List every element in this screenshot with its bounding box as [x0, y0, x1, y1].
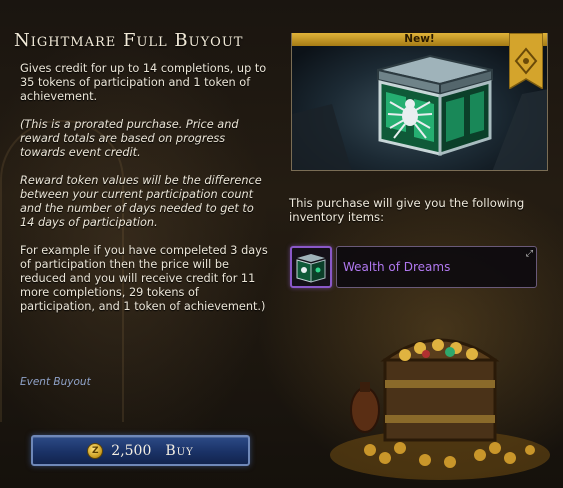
reward-item-name: Wealth of Dreams — [343, 260, 451, 274]
price-label: 2,500 — [111, 442, 152, 459]
description-paragraph: (This is a prorated purchase. Price and … — [20, 118, 239, 159]
description-paragraph: Gives credit for up to 14 completions, u… — [20, 62, 267, 103]
description-paragraph: Reward token values will be the differen… — [20, 174, 262, 229]
offer-title: Nightmare Full Buyout — [14, 30, 244, 51]
treasure-chest-illustration — [330, 338, 550, 480]
ribbon-banner-icon — [509, 33, 543, 89]
reward-item-row[interactable]: Wealth of Dreams ⤢ — [336, 246, 537, 288]
buy-label: Buy — [165, 442, 194, 459]
category-label: Event Buyout — [20, 376, 91, 388]
expand-arrows-icon[interactable]: ⤢ — [526, 249, 533, 259]
buy-button[interactable]: Z 2,500 Buy — [31, 435, 250, 466]
offer-description: Gives credit for up to 14 completions, u… — [20, 62, 268, 328]
zen-coin-icon: Z — [87, 442, 104, 459]
reward-item-icon-slot[interactable] — [290, 246, 332, 288]
description-paragraph: For example if you have compeleted 3 day… — [20, 244, 268, 313]
spider-chest-icon — [296, 254, 326, 283]
spider-chest-icon — [377, 54, 493, 157]
rewards-intro: This purchase will give you the followin… — [289, 196, 525, 224]
